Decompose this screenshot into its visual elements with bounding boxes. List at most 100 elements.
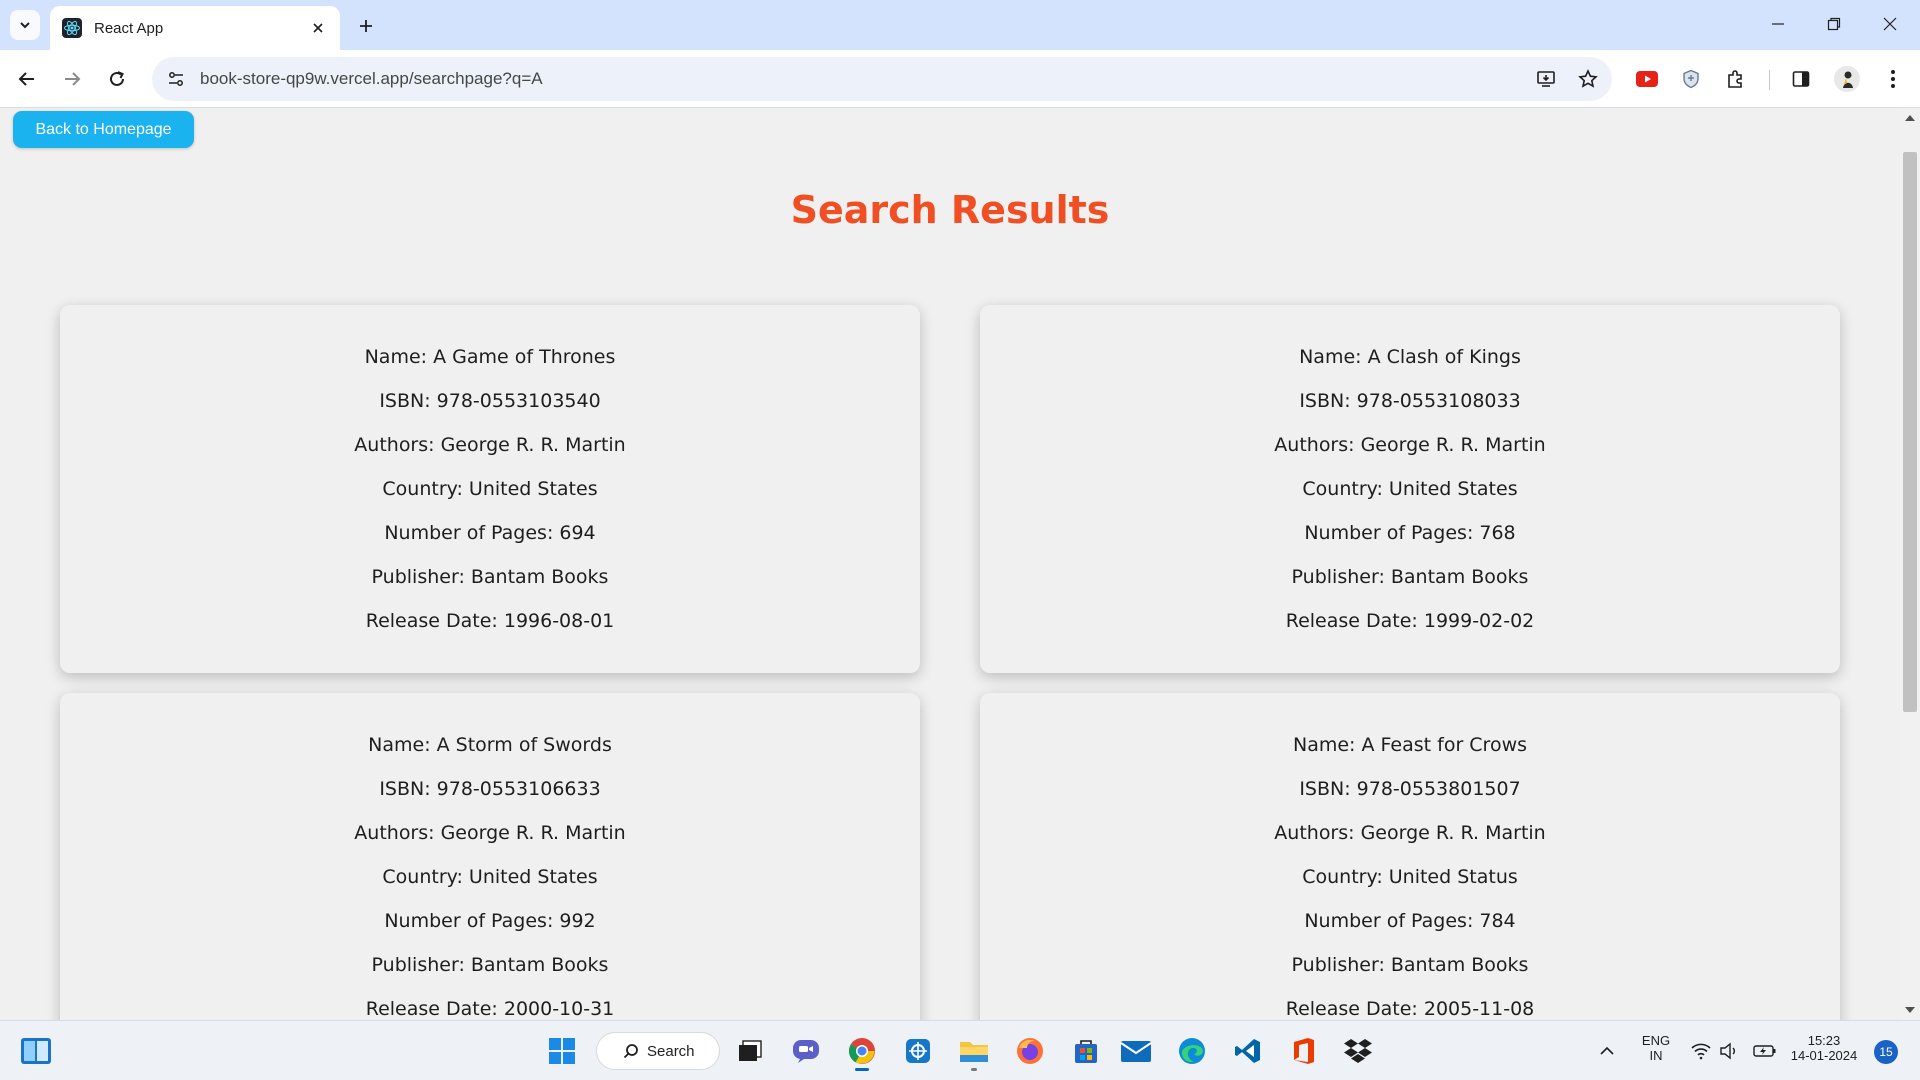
task-view-icon[interactable] [728, 1030, 772, 1072]
side-panel-icon[interactable] [1784, 62, 1818, 96]
page-scrollbar[interactable] [1900, 108, 1920, 1020]
back-nav-button[interactable] [10, 62, 44, 96]
taskbar-search-label: Search [647, 1042, 695, 1060]
book-isbn: ISBN: 978-0553103540 [379, 390, 601, 412]
book-country: Country: United States [382, 478, 598, 500]
book-isbn: ISBN: 978-0553106633 [379, 778, 601, 800]
book-release-date: Release Date: 2005-11-08 [1285, 998, 1535, 1020]
vscode-icon[interactable] [1226, 1030, 1270, 1072]
clock-time: 15:23 [1807, 1033, 1841, 1048]
page-viewport: Back to Homepage Search Results Name: A … [0, 108, 1900, 1020]
book-pages: Number of Pages: 694 [384, 522, 596, 544]
scroll-down-arrow-icon[interactable] [1904, 1004, 1916, 1016]
forward-nav-button[interactable] [55, 62, 89, 96]
arrow-right-icon [65, 72, 81, 86]
scroll-up-arrow-icon[interactable] [1904, 112, 1916, 124]
page-title: Search Results [790, 188, 1110, 232]
edge-icon[interactable] [1170, 1030, 1214, 1072]
book-publisher: Publisher: Bantam Books [371, 954, 609, 976]
book-authors: Authors: George R. R. Martin [1274, 822, 1546, 844]
scrollbar-thumb[interactable] [1903, 152, 1917, 712]
book-release-date: Release Date: 1996-08-01 [365, 610, 615, 632]
restore-button[interactable] [1814, 6, 1854, 42]
plus-icon [360, 20, 372, 32]
shield-extension-icon[interactable] [1674, 62, 1708, 96]
minimize-button[interactable] [1758, 6, 1798, 42]
microsoft-store-icon[interactable] [1064, 1030, 1108, 1072]
book-isbn: ISBN: 978-0553801507 [1299, 778, 1521, 800]
extensions-puzzle-icon[interactable] [1718, 62, 1752, 96]
book-country: Country: United Status [1302, 866, 1518, 888]
book-pages: Number of Pages: 784 [1304, 910, 1516, 932]
active-app-indicator [855, 1068, 869, 1071]
browser-tab-strip: React App [0, 0, 1920, 50]
site-info-icon[interactable] [158, 61, 194, 97]
address-bar[interactable]: book-store-qp9w.vercel.app/searchpage?q=… [152, 57, 1612, 101]
minimize-icon [1772, 23, 1784, 25]
book-pages: Number of Pages: 768 [1304, 522, 1516, 544]
snipping-tool-icon[interactable] [896, 1030, 940, 1072]
firefox-icon[interactable] [1008, 1030, 1052, 1072]
windows-start-icon[interactable] [540, 1030, 584, 1072]
book-publisher: Publisher: Bantam Books [1291, 566, 1529, 588]
reload-button[interactable] [100, 62, 134, 96]
close-window-button[interactable] [1870, 6, 1910, 42]
youtube-extension-icon[interactable] [1630, 62, 1664, 96]
reload-icon [110, 71, 124, 86]
volume-icon[interactable] [1716, 1030, 1742, 1072]
clock[interactable]: 15:23 14-01-2024 [1786, 1033, 1862, 1063]
region-code: IN [1649, 1048, 1663, 1063]
show-hidden-icons-chevron-up-icon[interactable] [1592, 1030, 1622, 1072]
close-tab-icon[interactable] [308, 18, 328, 38]
chrome-taskbar-icon[interactable] [840, 1030, 884, 1072]
teams-chat-icon[interactable] [784, 1030, 828, 1072]
restore-icon [1827, 17, 1841, 31]
book-country: Country: United States [1302, 478, 1518, 500]
book-card: Name: A Storm of Swords ISBN: 978-055310… [60, 693, 920, 1020]
taskbar-search-box[interactable]: Search [596, 1032, 720, 1070]
install-app-icon[interactable] [1528, 61, 1564, 97]
language-indicator[interactable]: ENG IN [1634, 1033, 1678, 1063]
file-explorer-icon[interactable] [952, 1030, 996, 1072]
book-authors: Authors: George R. R. Martin [1274, 434, 1546, 456]
book-card: Name: A Clash of Kings ISBN: 978-0553108… [980, 305, 1840, 673]
book-authors: Authors: George R. R. Martin [354, 822, 626, 844]
mail-icon[interactable] [1114, 1030, 1158, 1072]
book-isbn: ISBN: 978-0553108033 [1299, 390, 1521, 412]
book-pages: Number of Pages: 992 [384, 910, 596, 932]
close-icon [1883, 17, 1897, 31]
tab-search-button[interactable] [10, 10, 40, 40]
book-release-date: Release Date: 1999-02-02 [1285, 610, 1535, 632]
chevron-down-icon [20, 22, 30, 29]
bookmark-star-icon[interactable] [1570, 61, 1606, 97]
clock-date: 14-01-2024 [1790, 1048, 1858, 1063]
notification-count-badge[interactable]: 15 [1874, 1040, 1898, 1064]
battery-charging-icon[interactable] [1750, 1030, 1780, 1072]
widgets-icon[interactable] [14, 1030, 58, 1072]
address-url[interactable]: book-store-qp9w.vercel.app/searchpage?q=… [200, 69, 1528, 89]
dropbox-icon[interactable] [1336, 1030, 1380, 1072]
tab-react-app[interactable]: React App [50, 6, 340, 50]
book-publisher: Publisher: Bantam Books [371, 566, 609, 588]
toolbar-separator [1769, 70, 1770, 90]
book-name: Name: A Clash of Kings [1299, 346, 1521, 368]
browser-toolbar: book-store-qp9w.vercel.app/searchpage?q=… [0, 50, 1920, 108]
book-name: Name: A Feast for Crows [1292, 734, 1528, 756]
running-app-indicator [971, 1068, 977, 1071]
arrow-left-icon [18, 72, 34, 86]
book-authors: Authors: George R. R. Martin [354, 434, 626, 456]
profile-avatar[interactable] [1830, 62, 1864, 96]
book-name: Name: A Game of Thrones [364, 346, 616, 368]
search-icon [623, 1044, 638, 1059]
windows-taskbar: Search ENG IN 15:23 14-01-2024 15 [0, 1020, 1920, 1080]
back-to-homepage-button[interactable]: Back to Homepage [13, 111, 194, 148]
more-menu-icon[interactable] [1876, 62, 1910, 96]
language-code: ENG [1641, 1033, 1671, 1048]
wifi-icon[interactable] [1688, 1030, 1714, 1072]
new-tab-button[interactable] [352, 12, 380, 40]
book-publisher: Publisher: Bantam Books [1291, 954, 1529, 976]
book-country: Country: United States [382, 866, 598, 888]
office-icon[interactable] [1282, 1030, 1326, 1072]
book-release-date: Release Date: 2000-10-31 [365, 998, 615, 1020]
book-card: Name: A Game of Thrones ISBN: 978-055310… [60, 305, 920, 673]
